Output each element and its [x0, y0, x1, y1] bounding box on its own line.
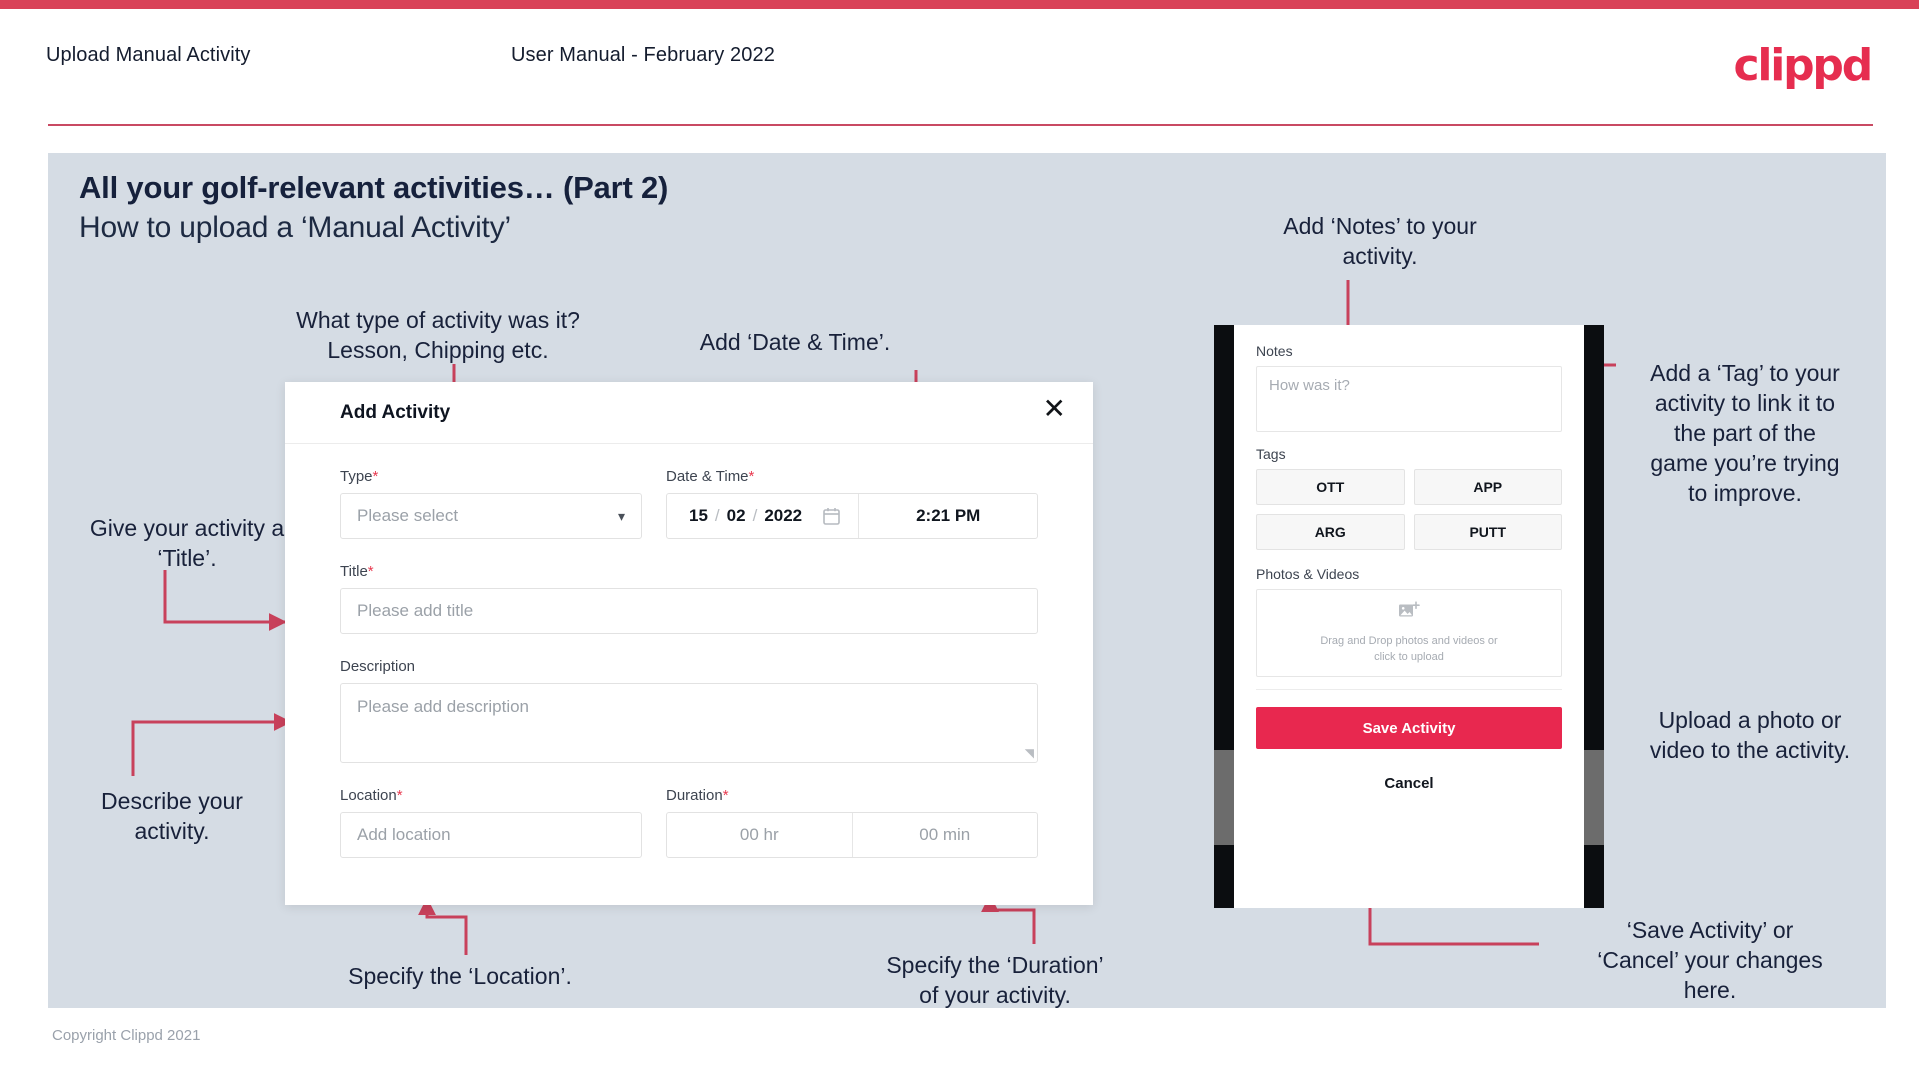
page-title: All your golf-relevant activities… (Part…	[79, 170, 669, 205]
location-placeholder: Add location	[357, 825, 451, 844]
dropzone-text: Drag and Drop photos and videos or click…	[1320, 633, 1497, 665]
type-required-marker: *	[372, 468, 379, 485]
duration-hours-input[interactable]: 00 hr	[667, 813, 852, 857]
phone-divider	[1256, 689, 1562, 690]
notes-textarea[interactable]: How was it?	[1256, 366, 1562, 432]
add-activity-dialog: Add Activity ✕ Type* Please select ▾ Dat…	[285, 382, 1093, 905]
dialog-title: Add Activity	[340, 402, 451, 423]
phone-frame-left-accent	[1214, 750, 1234, 845]
close-icon[interactable]: ✕	[1043, 392, 1066, 426]
date-month: 02	[726, 506, 746, 525]
clippd-logo: clippd	[1733, 40, 1873, 91]
date-day: 15	[689, 506, 708, 525]
tag-putt[interactable]: PUTT	[1413, 514, 1562, 550]
time-input[interactable]: 2:21 PM	[859, 494, 1037, 538]
duration-input-group: 00 hr 00 min	[666, 812, 1038, 858]
date-separator-1: /	[714, 506, 720, 525]
phone-frame-left	[1214, 325, 1234, 908]
copyright-footer: Copyright Clippd 2021	[52, 1027, 201, 1044]
cancel-button[interactable]: Cancel	[1256, 775, 1562, 792]
phone-frame-right	[1584, 325, 1604, 908]
phone-frame-right-accent	[1584, 750, 1604, 845]
dialog-header: Add Activity ✕	[285, 382, 1093, 444]
title-label-text: Title	[340, 563, 368, 580]
top-accent-bar	[0, 0, 1919, 9]
field-group-description: Description Please add description ◥	[340, 658, 1038, 763]
type-placeholder: Please select	[357, 506, 459, 525]
location-label-text: Location	[340, 787, 397, 804]
datetime-required-marker: *	[748, 468, 755, 485]
datetime-label: Date & Time*	[666, 468, 1038, 485]
duration-label: Duration*	[666, 787, 1038, 804]
header-divider	[48, 124, 1873, 126]
tag-arg[interactable]: ARG	[1256, 514, 1405, 550]
date-year: 2022	[764, 506, 803, 525]
add-image-icon	[1398, 601, 1420, 626]
datetime-input-group: 15 / 02 / 2022 2:21 PM	[666, 493, 1038, 539]
type-select[interactable]: Please select ▾	[340, 493, 642, 539]
photos-videos-label: Photos & Videos	[1256, 566, 1360, 582]
tag-app[interactable]: APP	[1413, 469, 1562, 505]
type-label: Type*	[340, 468, 642, 485]
datetime-label-text: Date & Time	[666, 468, 749, 485]
title-label: Title*	[340, 563, 1038, 580]
chevron-down-icon: ▾	[617, 507, 625, 524]
header-center-title: User Manual - February 2022	[511, 44, 775, 66]
dropzone-line-2: click to upload	[1374, 651, 1444, 663]
description-placeholder: Please add description	[357, 697, 530, 716]
title-required-marker: *	[367, 563, 374, 580]
title-input[interactable]: Please add title	[340, 588, 1038, 634]
description-textarea[interactable]: Please add description ◥	[340, 683, 1038, 763]
annotation-tags: Add a ‘Tag’ to your activity to link it …	[1650, 360, 1840, 506]
tag-ott[interactable]: OTT	[1256, 469, 1405, 505]
resize-grip-icon[interactable]: ◥	[1025, 746, 1034, 760]
save-activity-button[interactable]: Save Activity	[1256, 707, 1562, 749]
phone-mockup: Notes How was it? Tags OTT APP ARG PUTT …	[1214, 325, 1604, 908]
field-group-location: Location* Add location	[340, 787, 642, 858]
annotation-duration: Specify the ‘Duration’ of your activity.	[886, 952, 1104, 1008]
date-separator-2: /	[752, 506, 758, 525]
location-input[interactable]: Add location	[340, 812, 642, 858]
duration-required-marker: *	[722, 787, 729, 804]
description-label: Description	[340, 658, 1038, 675]
slide-page: Upload Manual Activity User Manual - Feb…	[0, 0, 1919, 1079]
notes-placeholder: How was it?	[1269, 377, 1350, 394]
annotation-datetime: Add ‘Date & Time’.	[699, 329, 891, 355]
location-required-marker: *	[396, 787, 403, 804]
annotation-description: Describe your activity.	[101, 788, 243, 844]
field-group-type: Type* Please select ▾	[340, 468, 642, 539]
annotation-type: What type of activity was it? Lesson, Ch…	[296, 307, 580, 363]
type-label-text: Type	[340, 468, 373, 485]
tags-grid: OTT APP ARG PUTT	[1256, 469, 1562, 550]
duration-label-text: Duration	[666, 787, 723, 804]
date-input[interactable]: 15 / 02 / 2022	[667, 494, 860, 538]
dropzone-line-1: Drag and Drop photos and videos or	[1320, 635, 1498, 647]
field-group-datetime: Date & Time* 15 / 02 / 2022 2:21 PM	[666, 468, 1038, 539]
title-placeholder: Please add title	[357, 601, 474, 620]
field-group-duration: Duration* 00 hr 00 min	[666, 787, 1038, 858]
annotation-save-cancel: ‘Save Activity’ or ‘Cancel’ your changes…	[1597, 917, 1823, 1003]
notes-label: Notes	[1256, 343, 1293, 359]
phone-screen: Notes How was it? Tags OTT APP ARG PUTT …	[1234, 325, 1584, 908]
annotation-upload: Upload a photo or video to the activity.	[1649, 707, 1851, 763]
photo-dropzone[interactable]: Drag and Drop photos and videos or click…	[1256, 589, 1562, 677]
annotation-location: Specify the ‘Location’.	[348, 963, 572, 989]
field-group-title: Title* Please add title	[340, 563, 1038, 634]
header-left-title: Upload Manual Activity	[46, 44, 251, 66]
dialog-body: Type* Please select ▾ Date & Time* 15 / …	[285, 444, 1093, 858]
tags-label: Tags	[1256, 446, 1286, 462]
page-subtitle: How to upload a ‘Manual Activity’	[79, 211, 511, 244]
description-label-text: Description	[340, 658, 416, 675]
location-label: Location*	[340, 787, 642, 804]
duration-minutes-input[interactable]: 00 min	[851, 813, 1038, 857]
calendar-icon[interactable]	[823, 507, 840, 525]
annotation-notes: Add ‘Notes’ to your activity.	[1283, 213, 1477, 269]
